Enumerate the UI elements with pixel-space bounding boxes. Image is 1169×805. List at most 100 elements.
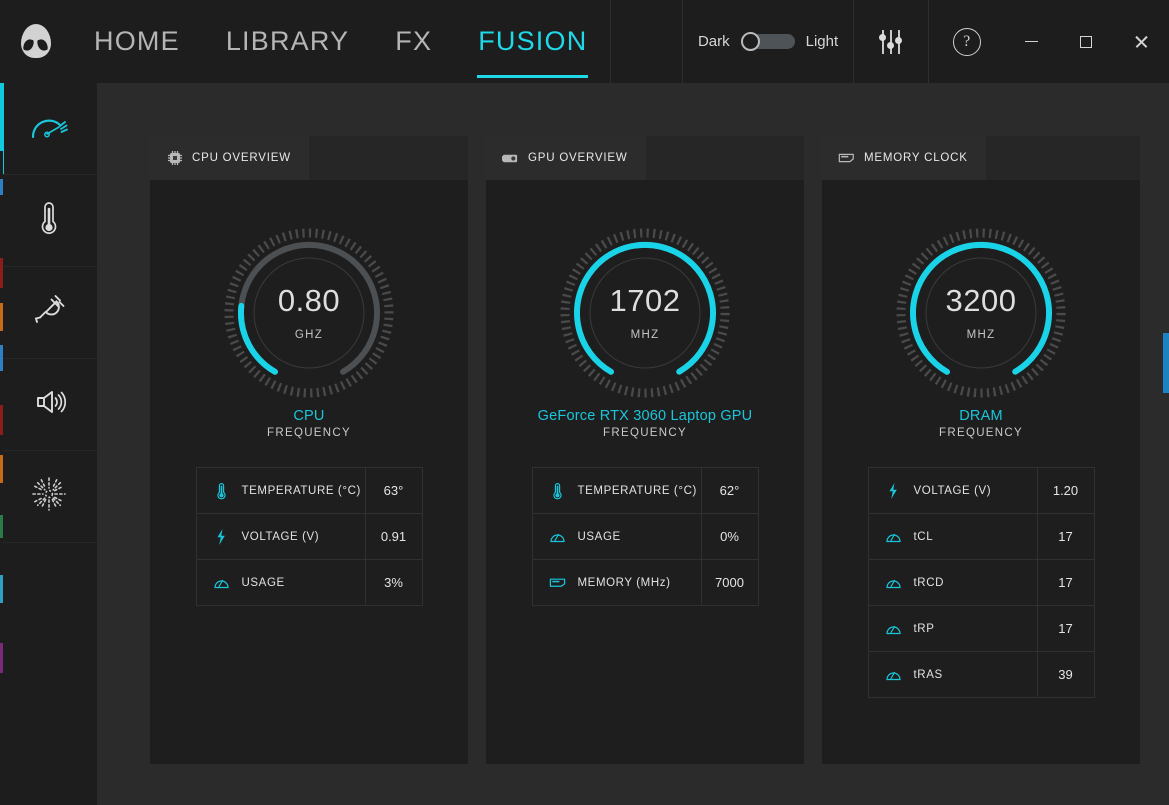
stat-value: 39 xyxy=(1058,667,1073,682)
nav-item-fusion[interactable]: FUSION xyxy=(455,0,610,83)
vertical-scrollbar[interactable] xyxy=(1163,83,1169,805)
scrollbar-thumb[interactable] xyxy=(1163,333,1169,393)
left-sidebar xyxy=(0,83,97,805)
panel-tab-empty xyxy=(308,136,468,180)
stat-label: USAGE xyxy=(577,530,621,543)
close-button[interactable] xyxy=(1114,0,1169,83)
gauge-icon xyxy=(29,111,69,146)
window-controls xyxy=(1004,0,1169,83)
stat-value: 62° xyxy=(719,483,740,498)
stat-label: USAGE xyxy=(241,576,285,589)
panel-tab-label: CPU OVERVIEW xyxy=(192,152,291,164)
gauge-arc-value xyxy=(574,241,716,375)
close-icon xyxy=(1134,34,1149,49)
stat-label-cell: tCL xyxy=(869,514,1038,559)
stat-label: TEMPERATURE (°C) xyxy=(577,484,697,497)
table-row: tRAS 39 xyxy=(869,652,1094,697)
panel-tab-label: GPU OVERVIEW xyxy=(528,152,628,164)
minimize-button[interactable] xyxy=(1004,0,1059,83)
content-area: CPU OVERVIEW 0.80 GHZ CPU FREQUENCY TEMP… xyxy=(97,83,1169,805)
stat-label-cell: TEMPERATURE (°C) xyxy=(197,468,366,513)
alienware-head-icon xyxy=(20,23,51,58)
nav-item-fx[interactable]: FX xyxy=(372,0,455,83)
panel-gpu-overview: GPU OVERVIEW 1702 MHZ GeForce RTX 3060 L… xyxy=(486,136,804,764)
sidebar-item-performance[interactable] xyxy=(0,83,97,175)
slider-knob xyxy=(895,36,903,44)
stat-label: VOLTAGE (V) xyxy=(913,484,992,497)
table-row: TEMPERATURE (°C) 63° xyxy=(196,468,422,514)
gauge-dram-frequency: 3200 MHZ xyxy=(896,228,1066,398)
tab-memory-clock[interactable]: MEMORY CLOCK xyxy=(822,136,986,180)
toggle-knob xyxy=(740,32,760,51)
panel-body-gpu: 1702 MHZ GeForce RTX 3060 Laptop GPU FRE… xyxy=(486,180,804,764)
gauge-svg xyxy=(560,228,730,398)
nav-label: FUSION xyxy=(478,26,588,56)
nav-item-home[interactable]: HOME xyxy=(71,0,203,83)
gauge-icon xyxy=(885,619,902,638)
stat-label: tRCD xyxy=(913,576,945,589)
tab-gpu-overview[interactable]: GPU OVERVIEW xyxy=(486,136,646,180)
stat-label: tCL xyxy=(913,530,934,543)
stat-label-cell: MEMORY (MHz) xyxy=(533,560,702,605)
sidebar-item-lighting[interactable] xyxy=(0,451,97,543)
panel-cpu-overview: CPU OVERVIEW 0.80 GHZ CPU FREQUENCY TEMP… xyxy=(150,136,468,764)
nav-item-library[interactable]: LIBRARY xyxy=(203,0,372,83)
panel-body-memory: 3200 MHZ DRAM FREQUENCY VOLTAGE (V) 1.20… xyxy=(822,180,1140,764)
alienware-command-center-window: HOME LIBRARY FX FUSION Dark Light ? CPU … xyxy=(0,0,1169,805)
overview-panels: CPU OVERVIEW 0.80 GHZ CPU FREQUENCY TEMP… xyxy=(97,83,1169,764)
gauge-svg xyxy=(896,228,1066,398)
stats-table-gpu: TEMPERATURE (°C) 62° USAGE 0% MEMORY (MH… xyxy=(531,467,759,606)
bolt-icon xyxy=(213,527,230,546)
theme-toggle-switch[interactable] xyxy=(740,32,795,51)
graphics-card-icon xyxy=(502,150,519,166)
table-row: tCL 17 xyxy=(868,514,1094,560)
minimize-icon xyxy=(1024,40,1038,43)
gauge-arc-value xyxy=(910,241,1052,375)
sliders-icon[interactable] xyxy=(878,29,904,54)
stat-label-cell: VOLTAGE (V) xyxy=(869,468,1038,513)
stats-table-memory: VOLTAGE (V) 1.20 tCL 17 tRCD 17 tRP 17 t… xyxy=(867,467,1095,698)
tab-cpu-overview[interactable]: CPU OVERVIEW xyxy=(150,136,309,180)
gauge-svg xyxy=(224,228,394,398)
panel-tab-row: CPU OVERVIEW xyxy=(150,136,468,180)
memory-stick-icon xyxy=(549,573,566,592)
gauge-icon xyxy=(885,527,902,546)
memory-stick-icon xyxy=(838,150,855,166)
stat-value: 63° xyxy=(383,483,404,498)
gauge-icon xyxy=(549,527,566,546)
gauge-device-name: GeForce RTX 3060 Laptop GPU xyxy=(537,408,753,424)
dark-label: Dark xyxy=(697,33,730,50)
stats-table-cpu: TEMPERATURE (°C) 63° VOLTAGE (V) 0.91 US… xyxy=(195,467,423,606)
stat-value: 7000 xyxy=(715,575,744,590)
stat-label-cell: TEMPERATURE (°C) xyxy=(533,468,702,513)
app-body: CPU OVERVIEW 0.80 GHZ CPU FREQUENCY TEMP… xyxy=(0,83,1169,805)
sidebar-item-thermals[interactable] xyxy=(0,175,97,267)
light-label: Light xyxy=(805,33,839,50)
table-row: USAGE 3% xyxy=(197,560,422,605)
fan-burst-icon xyxy=(30,475,68,518)
sidebar-item-audio[interactable] xyxy=(0,359,97,451)
gauge-icon xyxy=(213,573,230,592)
main-nav: HOME LIBRARY FX FUSION xyxy=(71,0,610,83)
panel-tab-row: GPU OVERVIEW xyxy=(486,136,804,180)
thermometer-icon xyxy=(213,481,230,500)
stat-value: 1.20 xyxy=(1052,483,1079,498)
table-row: TEMPERATURE (°C) 62° xyxy=(532,468,758,514)
stat-label: MEMORY (MHz) xyxy=(577,576,671,589)
sidebar-item-power[interactable] xyxy=(0,267,97,359)
maximize-button[interactable] xyxy=(1059,0,1114,83)
question-mark-icon[interactable]: ? xyxy=(952,27,981,56)
nav-label: FX xyxy=(395,26,433,56)
left-edge-color-strip xyxy=(0,83,3,805)
gauge-metric-label: FREQUENCY xyxy=(939,427,1023,439)
power-plug-icon xyxy=(31,293,67,332)
thermometer-icon xyxy=(549,481,566,500)
table-row: tRP 17 xyxy=(868,606,1094,652)
panel-body-cpu: 0.80 GHZ CPU FREQUENCY TEMPERATURE (°C) … xyxy=(150,180,468,764)
stat-label: tRAS xyxy=(913,668,943,681)
gauge-cpu-frequency: 0.80 GHZ xyxy=(224,228,394,398)
stat-label-cell: VOLTAGE (V) xyxy=(197,514,366,559)
panel-tab-label: MEMORY CLOCK xyxy=(864,152,968,164)
stat-value: 17 xyxy=(1058,575,1073,590)
table-row: MEMORY (MHz) 7000 xyxy=(533,560,758,605)
